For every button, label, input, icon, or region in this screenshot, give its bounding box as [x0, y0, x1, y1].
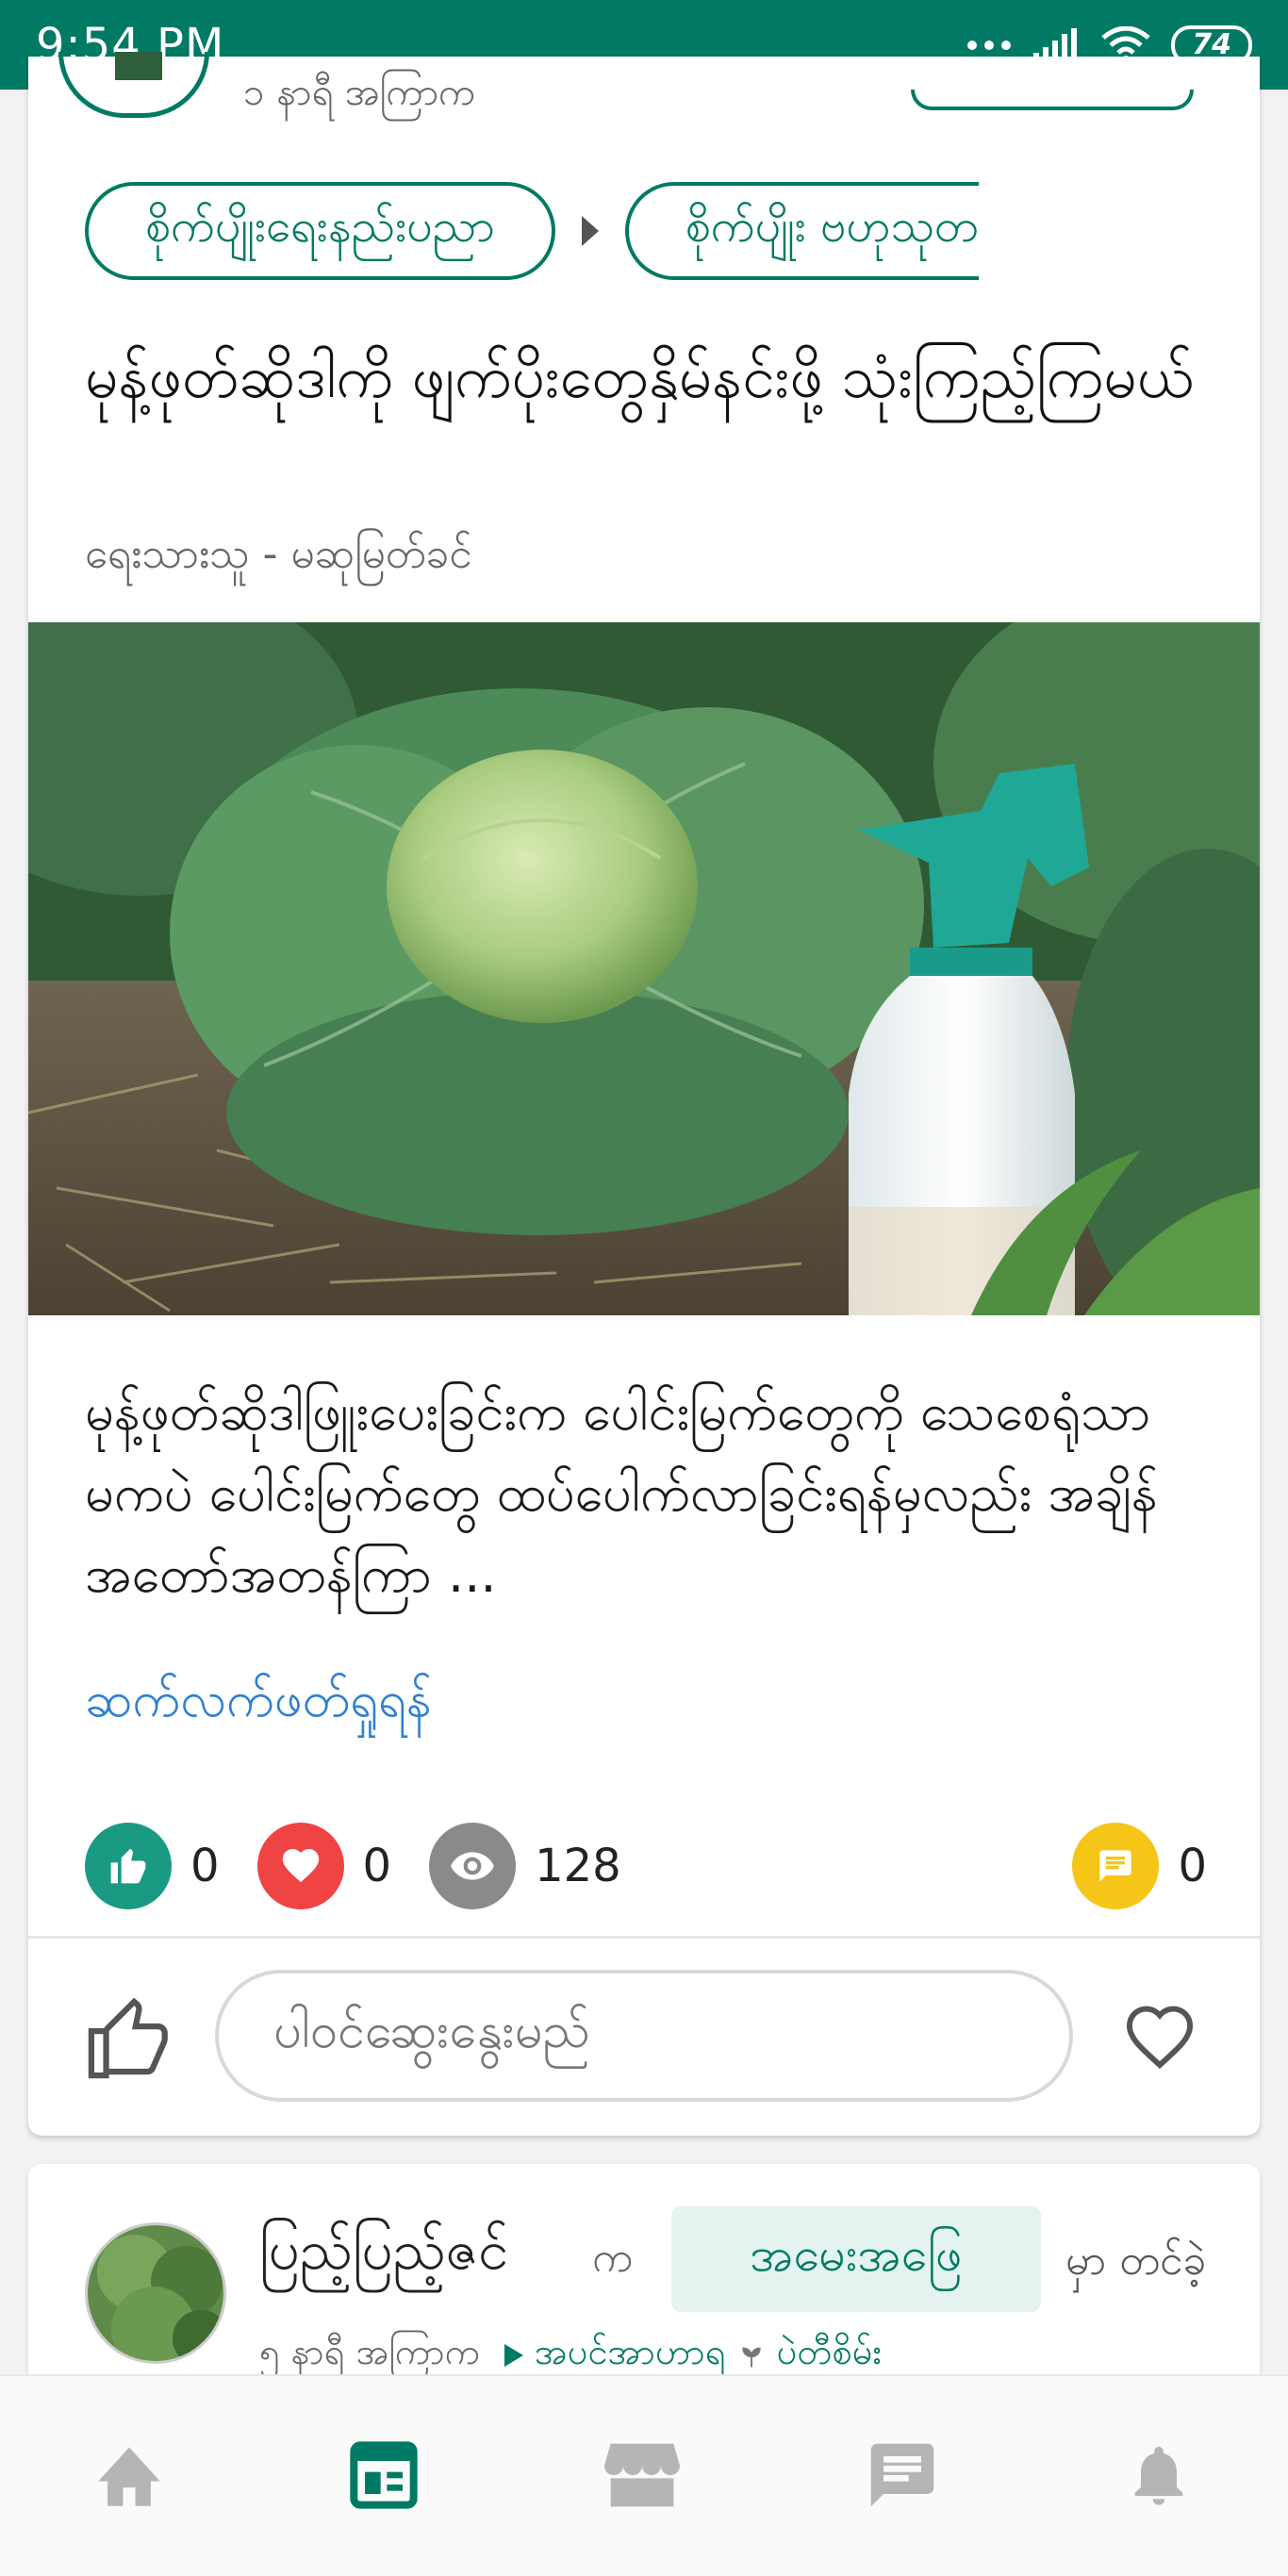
messages-icon — [870, 2443, 934, 2507]
newsfeed-icon — [350, 2441, 418, 2509]
plant-icon — [741, 2347, 761, 2368]
post-stats: 0 0 128 0 — [85, 1823, 1207, 1909]
post-actions: ပါဝင်ဆွေးနွေးမည် — [28, 1940, 1260, 2133]
post-image[interactable] — [28, 622, 1260, 1315]
screen: 9:54 PM 74 ၁ နာရီ အကြာက စိုက်ပျိုးရေးနည်… — [0, 0, 1288, 2576]
love-button[interactable] — [1122, 2002, 1197, 2073]
nav-notifications[interactable] — [1116, 2433, 1201, 2518]
home-icon — [98, 2447, 160, 2506]
subcategory-chip[interactable]: စိုက်ပျိုး ဗဟုသုတ — [624, 182, 979, 280]
post-title[interactable]: မုန့်ဖုတ်ဆိုဒါကို ဖျက်ပိုးတွေနှိမ်နင်းဖိ… — [85, 335, 1235, 420]
author-name[interactable]: ပြည့်ပြည့်ဇင် — [259, 2216, 508, 2296]
comments-stat[interactable]: 0 — [1072, 1823, 1207, 1909]
notifications-icon — [1134, 2446, 1183, 2505]
category-chip[interactable]: စိုက်ပျိုးရေးနည်းပညာ — [85, 182, 555, 280]
marketplace-icon — [604, 2443, 680, 2507]
nav-marketplace[interactable] — [600, 2433, 685, 2518]
breadcrumb: စိုက်ပျိုးရေးနည်းပညာ စိုက်ပျိုး ဗဟုသုတ — [85, 179, 1260, 283]
nav-messages[interactable] — [860, 2433, 945, 2518]
divider — [28, 1936, 1260, 1939]
author-avatar[interactable] — [85, 2222, 226, 2364]
bottom-navigation — [0, 2374, 1288, 2576]
like-button[interactable] — [83, 1997, 173, 2083]
thumbs-up-icon — [85, 1823, 172, 1909]
loves-count: 0 — [362, 1840, 392, 1892]
eye-icon — [429, 1823, 517, 1909]
post-excerpt: မုန့်ဖုတ်ဆိုဒါဖြူးပေးခြင်းက ပေါင်းမြက်တွ… — [85, 1382, 1158, 1604]
views-stat: 128 — [429, 1823, 621, 1909]
post-author: ရေးသားသူ - မဆုမြတ်ခင် — [85, 530, 472, 578]
loves-stat[interactable]: 0 — [256, 1823, 392, 1909]
views-count: 128 — [535, 1840, 621, 1892]
posted-in-label: မှာ တင်ခဲ့ — [1065, 2237, 1207, 2285]
likes-count: 0 — [190, 1840, 220, 1892]
comments-count: 0 — [1178, 1840, 1207, 1892]
chevron-right-icon — [581, 216, 599, 246]
read-more-link[interactable]: ဆက်လက်ဖတ်ရှုရန် — [85, 1669, 432, 1741]
post-time: ၁ နာရီ အကြာက — [243, 71, 476, 114]
nav-newsfeed[interactable] — [341, 2433, 426, 2518]
heart-outline-icon — [1126, 2006, 1194, 2070]
more-notifications-icon — [967, 40, 1012, 50]
follow-button[interactable] — [911, 90, 1194, 110]
thumbs-up-outline-icon — [88, 1997, 168, 2079]
heart-icon — [256, 1823, 344, 1909]
group-badge[interactable]: အမေးအဖြေ — [671, 2206, 1041, 2312]
comment-icon — [1072, 1823, 1160, 1909]
nav-home[interactable] — [87, 2433, 172, 2518]
by-label: က — [592, 2234, 634, 2282]
likes-stat[interactable]: 0 — [85, 1823, 220, 1909]
comment-input[interactable]: ပါဝင်ဆွေးနွေးမည် — [215, 1970, 1073, 2102]
play-arrow-icon — [504, 2344, 523, 2367]
